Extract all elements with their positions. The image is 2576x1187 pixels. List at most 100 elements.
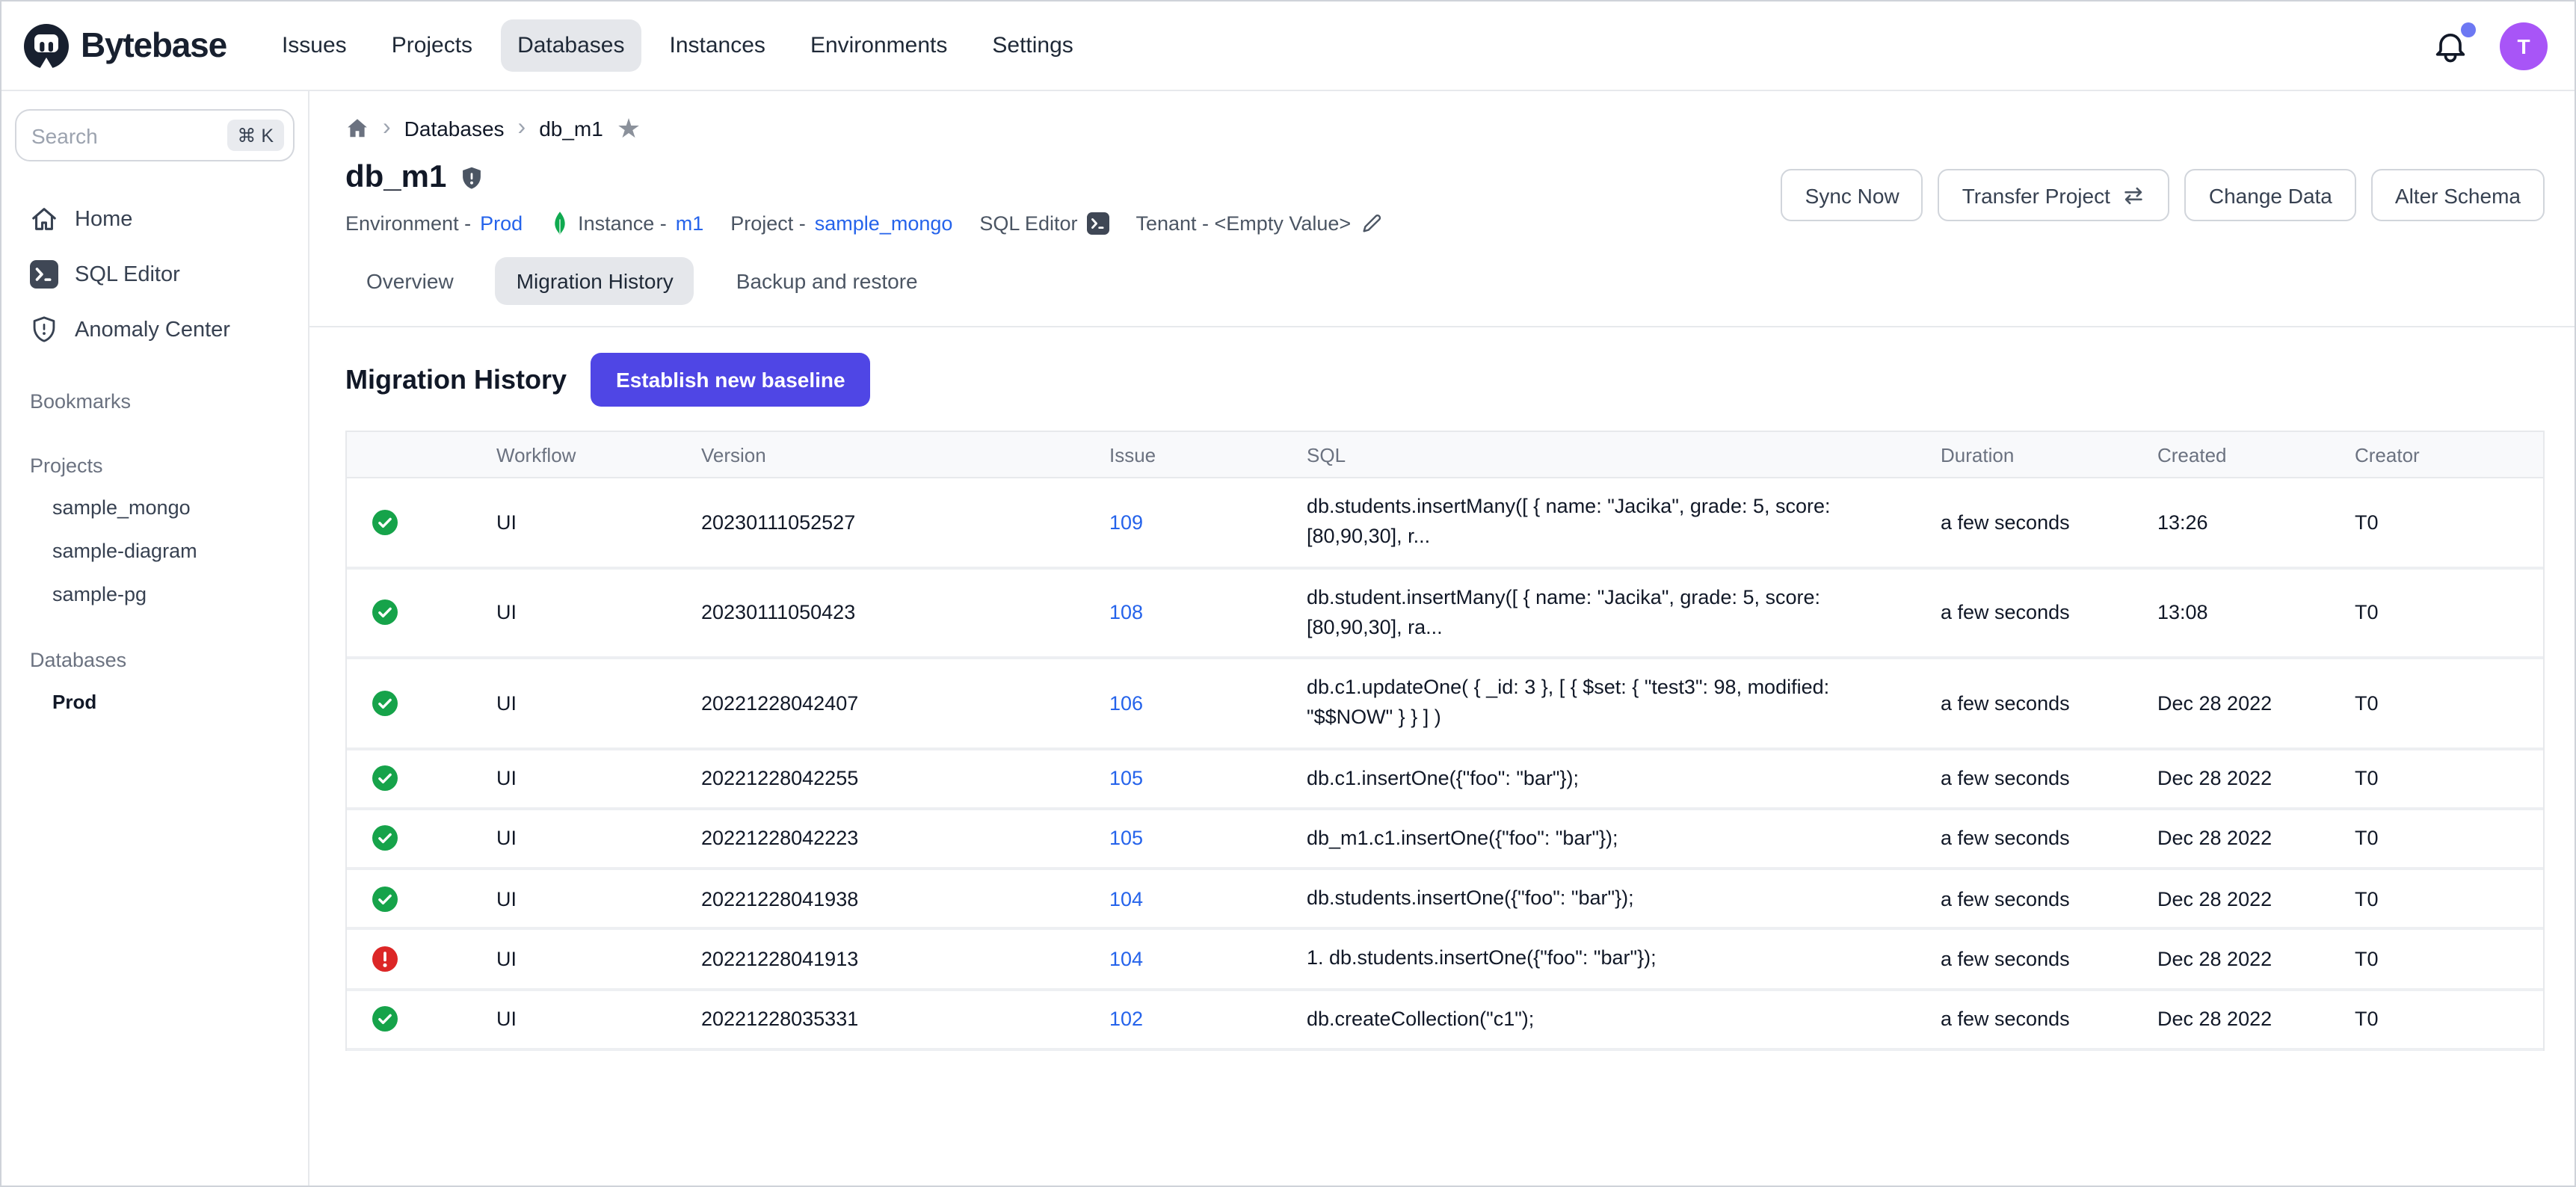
success-check-icon — [372, 765, 398, 791]
breadcrumb-separator: › — [383, 117, 391, 141]
cell-issue: 109 — [1109, 511, 1307, 534]
sidebar-project-sample-pg[interactable]: sample-pg — [15, 573, 295, 616]
cell-creator: T0 — [2355, 827, 2543, 850]
success-check-icon — [372, 1006, 398, 1032]
search-shortcut-badge: ⌘ K — [227, 120, 284, 151]
sync-now-button[interactable]: Sync Now — [1781, 169, 1923, 221]
cell-sql: db.c1.updateOne( { _id: 3 }, [ { $set: {… — [1307, 673, 1941, 733]
brand-name: Bytebase — [81, 25, 227, 66]
bookmark-star-icon[interactable]: ★ — [617, 115, 641, 142]
tab-backup-and-restore[interactable]: Backup and restore — [715, 257, 939, 305]
cell-creator: T0 — [2355, 767, 2543, 789]
issue-link[interactable]: 105 — [1109, 767, 1143, 789]
change-data-button[interactable]: Change Data — [2185, 169, 2356, 221]
breadcrumb-separator: › — [518, 117, 526, 141]
sidebar-item-sql-editor[interactable]: SQL Editor — [15, 247, 295, 302]
table-row[interactable]: UI 20221228042407 106 db.c1.updateOne( {… — [347, 659, 2543, 750]
row-status — [347, 691, 496, 716]
cell-sql: 1. db.students.insertOne({"foo": "bar"})… — [1307, 944, 1941, 975]
breadcrumb-home-icon[interactable] — [345, 117, 369, 141]
tenant-label: Tenant - <Empty Value> — [1136, 212, 1351, 235]
breadcrumb-db-m1[interactable]: db_m1 — [539, 117, 603, 141]
project-label: Project - — [730, 212, 806, 235]
row-status — [347, 600, 496, 626]
table-row[interactable]: UI 20221228041913 104 1. db.students.ins… — [347, 931, 2543, 991]
cell-sql: db_m1.c1.insertOne({"foo": "bar"}); — [1307, 824, 1941, 854]
issue-link[interactable]: 106 — [1109, 692, 1143, 715]
avatar[interactable]: T — [2500, 22, 2548, 70]
col-issue: Issue — [1109, 443, 1307, 466]
notification-bell-button[interactable] — [2431, 26, 2470, 65]
table-row[interactable]: UI 20221228041938 104 db.students.insert… — [347, 870, 2543, 931]
tab-migration-history[interactable]: Migration History — [496, 257, 694, 305]
sidebar-item-home[interactable]: Home — [15, 191, 295, 247]
issue-link[interactable]: 104 — [1109, 948, 1143, 970]
issue-link[interactable]: 102 — [1109, 1008, 1143, 1030]
cell-sql: db.c1.insertOne({"foo": "bar"}); — [1307, 763, 1941, 794]
cell-creator: T0 — [2355, 1008, 2543, 1030]
cell-created: 13:26 — [2157, 511, 2355, 534]
alter-schema-button[interactable]: Alter Schema — [2371, 169, 2545, 221]
sidebar-item-anomaly-center[interactable]: Anomaly Center — [15, 302, 295, 357]
search-input[interactable] — [31, 123, 218, 147]
sidebar-section-databases: Databases — [15, 638, 295, 680]
meta-sql-editor[interactable]: SQL Editor — [979, 212, 1109, 235]
cell-sql: db.student.insertMany([ { name: "Jacika"… — [1307, 582, 1941, 643]
instance-link[interactable]: m1 — [676, 212, 704, 235]
home-icon — [30, 205, 58, 233]
cell-issue: 104 — [1109, 948, 1307, 970]
table-row[interactable]: UI 20221228042255 105 db.c1.insertOne({"… — [347, 750, 2543, 810]
app-window: Bytebase Issues Projects Databases Insta… — [0, 0, 2576, 1187]
nav-instances[interactable]: Instances — [653, 19, 782, 72]
breadcrumb-databases[interactable]: Databases — [404, 117, 505, 141]
bytebase-logo[interactable]: Bytebase — [22, 22, 227, 70]
row-status — [347, 510, 496, 535]
sidebar-database-prod[interactable]: Prod — [15, 680, 295, 724]
migration-table-header: Workflow Version Issue SQL Duration Crea… — [347, 432, 2543, 478]
row-status — [347, 886, 496, 911]
transfer-arrows-icon — [2122, 185, 2146, 206]
sidebar-project-sample-mongo[interactable]: sample_mongo — [15, 486, 295, 529]
project-link[interactable]: sample_mongo — [815, 212, 953, 235]
bytebase-logo-icon — [22, 22, 70, 70]
environment-link[interactable]: Prod — [480, 212, 523, 235]
cell-duration: a few seconds — [1941, 692, 2157, 715]
top-nav: Bytebase Issues Projects Databases Insta… — [1, 1, 2575, 91]
table-row[interactable]: UI 20221228035331 102 db.createCollectio… — [347, 990, 2543, 1051]
table-row[interactable]: UI 20230111050423 108 db.student.insertM… — [347, 569, 2543, 659]
issue-link[interactable]: 108 — [1109, 602, 1143, 624]
cell-version: 20230111050423 — [701, 602, 1109, 624]
tab-overview[interactable]: Overview — [345, 257, 475, 305]
sql-editor-terminal-icon[interactable] — [1086, 212, 1109, 235]
nav-settings[interactable]: Settings — [976, 19, 1089, 72]
issue-link[interactable]: 105 — [1109, 827, 1143, 850]
table-row[interactable]: UI 20230111052527 109 db.students.insert… — [347, 478, 2543, 569]
cell-workflow: UI — [496, 767, 701, 789]
transfer-project-button[interactable]: Transfer Project — [1938, 169, 2170, 221]
nav-issues[interactable]: Issues — [265, 19, 363, 72]
edit-pencil-icon[interactable] — [1360, 212, 1382, 235]
table-row[interactable]: UI 20221228042223 105 db_m1.c1.insertOne… — [347, 810, 2543, 871]
transfer-project-label: Transfer Project — [1962, 183, 2110, 207]
issue-link[interactable]: 109 — [1109, 511, 1143, 534]
search-box[interactable]: ⌘ K — [15, 109, 295, 161]
establish-baseline-button[interactable]: Establish new baseline — [591, 353, 871, 407]
nav-projects[interactable]: Projects — [375, 19, 489, 72]
environment-label: Environment - — [345, 212, 471, 235]
meta-environment: Environment - Prod — [345, 212, 523, 235]
shield-alert-icon — [30, 315, 58, 344]
cell-duration: a few seconds — [1941, 1008, 2157, 1030]
cell-created: Dec 28 2022 — [2157, 887, 2355, 910]
issue-link[interactable]: 104 — [1109, 887, 1143, 910]
nav-databases[interactable]: Databases — [501, 19, 641, 72]
sidebar-project-sample-diagram[interactable]: sample-diagram — [15, 529, 295, 573]
nav-environments[interactable]: Environments — [794, 19, 964, 72]
cell-duration: a few seconds — [1941, 511, 2157, 534]
cell-workflow: UI — [496, 827, 701, 850]
page-actions: Sync Now Transfer Project Change Data Al… — [1781, 169, 2545, 221]
cell-sql: db.students.insertMany([ { name: "Jacika… — [1307, 492, 1941, 552]
cell-workflow: UI — [496, 1008, 701, 1030]
cell-version: 20230111052527 — [701, 511, 1109, 534]
cell-duration: a few seconds — [1941, 767, 2157, 789]
page-title: db_m1 — [345, 160, 446, 196]
